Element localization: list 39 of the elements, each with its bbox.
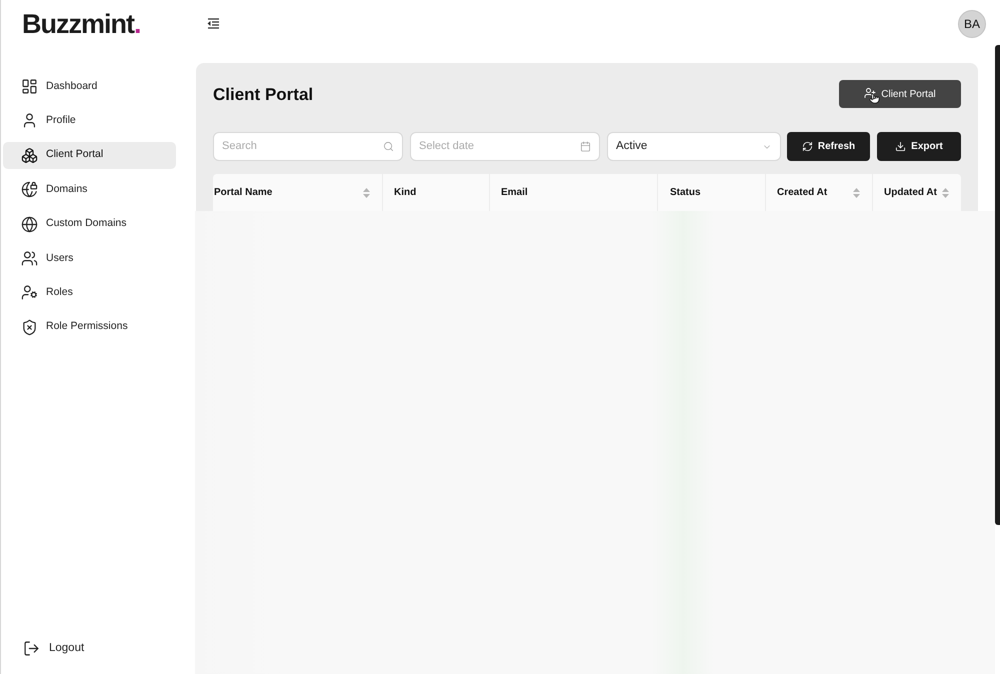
sort-icon[interactable] bbox=[942, 188, 949, 198]
user-gear-icon bbox=[21, 284, 38, 302]
toolbar-button[interactable]: Export bbox=[877, 132, 961, 161]
menu-collapse-icon[interactable] bbox=[207, 18, 220, 29]
sidebar-item[interactable]: Users bbox=[3, 244, 176, 272]
search-field[interactable]: Search bbox=[213, 132, 403, 161]
scrollbar[interactable] bbox=[995, 45, 1000, 525]
globe-lock-icon bbox=[21, 181, 38, 198]
dashboard-icon bbox=[21, 78, 38, 95]
sidebar-item[interactable]: Role Permissions bbox=[3, 314, 176, 341]
user-avatar[interactable]: BA bbox=[958, 10, 986, 38]
users-icon bbox=[21, 250, 38, 267]
sidebar-item[interactable]: Roles bbox=[3, 279, 176, 306]
sidebar-item[interactable]: Profile bbox=[3, 107, 176, 134]
sort-icon[interactable] bbox=[853, 188, 860, 198]
user-plus-icon bbox=[864, 86, 876, 98]
sidebar-item[interactable]: Domains bbox=[3, 176, 176, 204]
globe-icon bbox=[21, 216, 38, 233]
status-select[interactable]: Active bbox=[607, 132, 781, 161]
calendar-icon bbox=[580, 141, 591, 152]
hand-cursor-icon bbox=[869, 93, 880, 104]
date-field[interactable]: Select date bbox=[410, 132, 600, 161]
toolbar-button[interactable]: Refresh bbox=[787, 132, 870, 161]
logo: Buzzmint. bbox=[22, 8, 140, 40]
shield-x-icon bbox=[21, 318, 38, 336]
logout-icon bbox=[23, 640, 40, 657]
sidebar-item[interactable]: Custom Domains bbox=[3, 210, 176, 238]
boxes-icon bbox=[21, 146, 38, 164]
logout-button[interactable]: Logout bbox=[23, 640, 84, 657]
sidebar-item[interactable]: Client Portal bbox=[3, 142, 176, 169]
refresh-icon bbox=[802, 141, 813, 152]
user-icon bbox=[21, 112, 38, 130]
sidebar-item[interactable]: Dashboard bbox=[3, 73, 176, 100]
download-icon bbox=[895, 141, 906, 152]
page-title: Client Portal bbox=[213, 84, 314, 106]
column-header[interactable]: Portal Name bbox=[213, 174, 382, 211]
sort-icon[interactable] bbox=[363, 188, 370, 198]
search-icon bbox=[383, 141, 394, 152]
add-client-portal-button[interactable]: Client Portal bbox=[839, 80, 961, 108]
